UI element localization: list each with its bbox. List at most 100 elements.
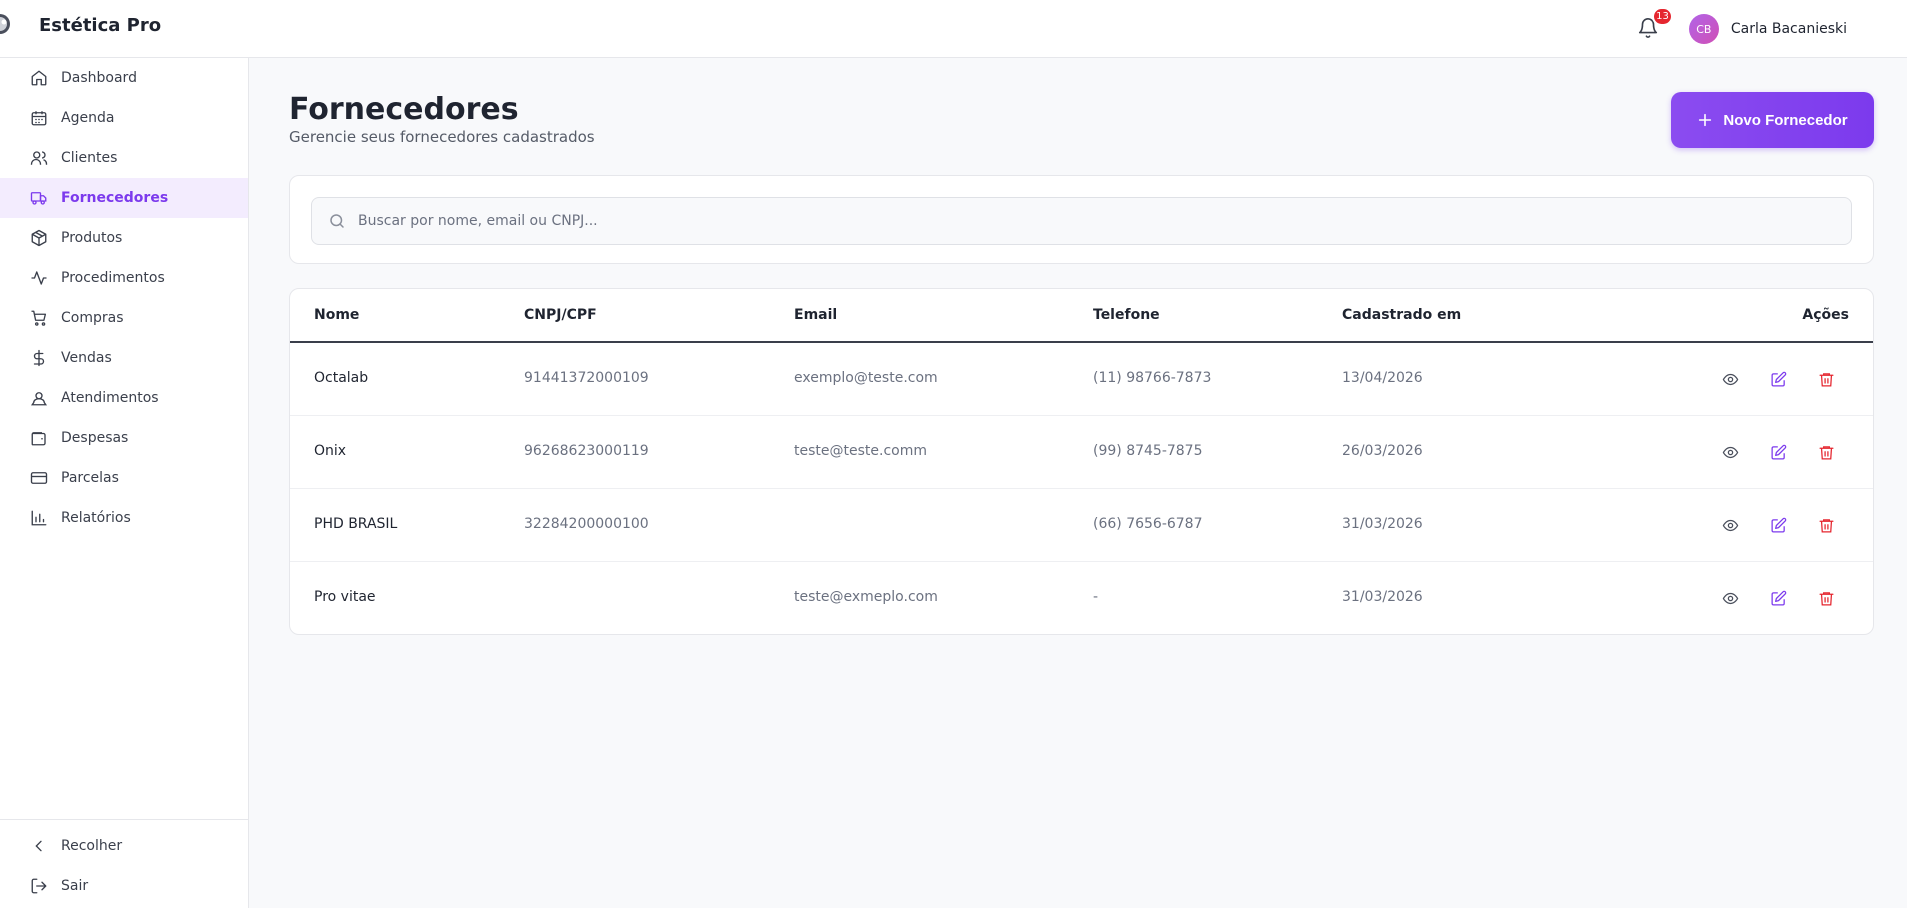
edit-button[interactable] bbox=[1767, 514, 1789, 536]
sidebar-item-clientes[interactable]: Clientes bbox=[0, 138, 248, 178]
trash-icon bbox=[1818, 518, 1834, 533]
sidebar-item-relatorios[interactable]: Relatórios bbox=[0, 498, 248, 538]
page-title: Fornecedores bbox=[289, 92, 519, 127]
row-actions bbox=[1719, 587, 1837, 609]
sidebar-item-label: Compras bbox=[61, 310, 124, 326]
sidebar-item-vendas[interactable]: Vendas bbox=[0, 338, 248, 378]
sidebar-item-label: Dashboard bbox=[61, 70, 137, 86]
search-card bbox=[289, 175, 1874, 264]
cell-cadastrado: 31/03/2026 bbox=[1342, 589, 1423, 605]
sidebar-item-produtos[interactable]: Produtos bbox=[0, 218, 248, 258]
cell-nome: Octalab bbox=[314, 370, 369, 386]
row-actions bbox=[1719, 368, 1837, 390]
cell-nome: PHD BRASIL bbox=[314, 516, 398, 532]
eye-icon bbox=[1722, 519, 1738, 531]
view-button[interactable] bbox=[1719, 441, 1741, 463]
new-supplier-label: Novo Fornecedor bbox=[1723, 111, 1848, 129]
column-header-email[interactable]: Email bbox=[794, 307, 837, 323]
suppliers-table: Nome CNPJ/CPF Email Telefone Cadastrado … bbox=[289, 288, 1874, 635]
search-input[interactable] bbox=[358, 213, 1758, 229]
search-icon bbox=[330, 214, 344, 228]
sidebar-item-dashboard[interactable]: Dashboard bbox=[0, 58, 248, 98]
new-supplier-button[interactable]: Novo Fornecedor bbox=[1671, 92, 1874, 148]
sidebar-item-fornecedores[interactable]: Fornecedores bbox=[0, 178, 248, 218]
sidebar-item-label: Despesas bbox=[61, 430, 129, 446]
column-header-nome[interactable]: Nome bbox=[314, 307, 359, 323]
cart-icon bbox=[29, 308, 49, 328]
logout-button[interactable]: Sair bbox=[0, 866, 248, 906]
column-header-cadastrado[interactable]: Cadastrado em bbox=[1342, 307, 1461, 323]
page-subtitle: Gerencie seus fornecedores cadastrados bbox=[289, 128, 595, 146]
calendar-icon bbox=[29, 108, 49, 128]
sidebar-item-parcelas[interactable]: Parcelas bbox=[0, 458, 248, 498]
column-header-cnpj[interactable]: CNPJ/CPF bbox=[524, 307, 597, 323]
cell-cnpj: 96268623000119 bbox=[524, 443, 649, 459]
edit-button[interactable] bbox=[1767, 441, 1789, 463]
table-row: PHD BRASIL 32284200000100 (66) 7656-6787… bbox=[290, 489, 1873, 562]
activity-icon bbox=[29, 268, 49, 288]
header-right: 13 CB Carla Bacanieski bbox=[1637, 0, 1847, 58]
table-row: Octalab 91441372000109 exemplo@teste.com… bbox=[290, 343, 1873, 416]
credit-card-icon bbox=[29, 468, 49, 488]
edit-button[interactable] bbox=[1767, 368, 1789, 390]
trash-icon bbox=[1818, 372, 1834, 387]
cell-telefone: - bbox=[1093, 589, 1099, 605]
sidebar-item-label: Parcelas bbox=[61, 470, 119, 486]
view-button[interactable] bbox=[1719, 587, 1741, 609]
row-actions bbox=[1719, 441, 1837, 463]
sidebar-item-label: Procedimentos bbox=[61, 270, 165, 286]
users-icon bbox=[29, 148, 49, 168]
sidebar-nav: Dashboard Agenda Clientes Fornecedores P… bbox=[0, 58, 248, 538]
cell-telefone: (11) 98766-7873 bbox=[1093, 370, 1212, 386]
home-icon bbox=[29, 68, 49, 88]
delete-button[interactable] bbox=[1815, 441, 1837, 463]
view-button[interactable] bbox=[1719, 368, 1741, 390]
collapse-label: Recolher bbox=[61, 838, 123, 854]
trash-icon bbox=[1818, 445, 1834, 460]
wallet-icon bbox=[29, 428, 49, 448]
user-name[interactable]: Carla Bacanieski bbox=[1731, 21, 1847, 37]
collapse-button[interactable]: Recolher bbox=[0, 826, 248, 866]
sidebar-item-agenda[interactable]: Agenda bbox=[0, 98, 248, 138]
sidebar-item-despesas[interactable]: Despesas bbox=[0, 418, 248, 458]
table-row: Pro vitae teste@exmeplo.com - 31/03/2026 bbox=[290, 562, 1873, 634]
notification-badge: 13 bbox=[1652, 7, 1673, 26]
edit-icon bbox=[1770, 517, 1786, 533]
sidebar-item-label: Fornecedores bbox=[61, 190, 169, 206]
plus-icon bbox=[1699, 113, 1712, 127]
notifications-button[interactable]: 13 bbox=[1637, 7, 1673, 41]
delete-button[interactable] bbox=[1815, 368, 1837, 390]
row-actions bbox=[1719, 514, 1837, 536]
main-content: Fornecedores Gerencie seus fornecedores … bbox=[249, 58, 1907, 908]
edit-icon bbox=[1770, 371, 1786, 387]
logo-icon bbox=[0, 13, 20, 35]
edit-button[interactable] bbox=[1767, 587, 1789, 609]
cell-cadastrado: 31/03/2026 bbox=[1342, 516, 1423, 532]
app-name: Estética Pro bbox=[39, 15, 162, 36]
cell-cnpj: 91441372000109 bbox=[524, 370, 649, 386]
logout-label: Sair bbox=[61, 878, 89, 894]
sidebar: Dashboard Agenda Clientes Fornecedores P… bbox=[0, 58, 249, 908]
bar-chart-icon bbox=[29, 508, 49, 528]
sidebar-item-label: Vendas bbox=[61, 350, 112, 366]
avatar[interactable]: CB bbox=[1688, 14, 1719, 44]
cell-nome: Onix bbox=[314, 443, 347, 459]
sidebar-item-compras[interactable]: Compras bbox=[0, 298, 248, 338]
sidebar-item-procedimentos[interactable]: Procedimentos bbox=[0, 258, 248, 298]
search-box bbox=[311, 197, 1852, 245]
sidebar-item-label: Produtos bbox=[61, 230, 123, 246]
dollar-icon bbox=[29, 348, 49, 368]
cell-email: teste@teste.comm bbox=[794, 443, 927, 459]
view-button[interactable] bbox=[1719, 514, 1741, 536]
column-header-telefone[interactable]: Telefone bbox=[1093, 307, 1160, 323]
cell-telefone: (66) 7656-6787 bbox=[1093, 516, 1203, 532]
delete-button[interactable] bbox=[1815, 587, 1837, 609]
user-pin-icon bbox=[29, 388, 49, 408]
sidebar-item-atendimentos[interactable]: Atendimentos bbox=[0, 378, 248, 418]
eye-icon bbox=[1722, 592, 1738, 604]
sidebar-item-label: Relatórios bbox=[61, 510, 131, 526]
logout-icon bbox=[29, 876, 49, 896]
trash-icon bbox=[1818, 591, 1834, 606]
package-icon bbox=[29, 228, 49, 248]
delete-button[interactable] bbox=[1815, 514, 1837, 536]
